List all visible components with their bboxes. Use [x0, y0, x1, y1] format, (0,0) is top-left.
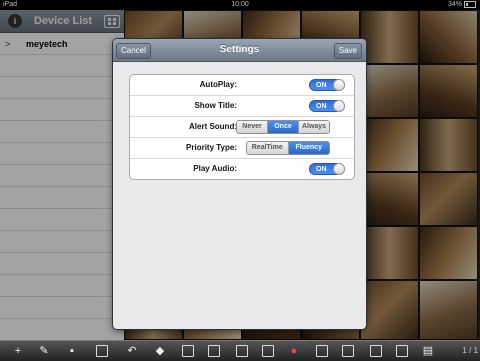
alarm-icon[interactable]: ● — [288, 345, 300, 357]
modal-navbar: Cancel Settings Save — [113, 39, 366, 62]
screen-icon[interactable] — [316, 345, 328, 357]
pencil-icon[interactable]: ✎ — [38, 345, 50, 357]
show-title-label: Show Title: — [194, 101, 237, 110]
priority-option-fluency[interactable]: Fluency — [288, 142, 329, 154]
ptz-icon[interactable]: ◆ — [154, 345, 166, 357]
alert-sound-option-always[interactable]: Always — [299, 121, 329, 133]
autoplay-label: AutoPlay: — [199, 80, 237, 89]
monitor-icon[interactable] — [342, 345, 354, 357]
priority-type-segmented-control: RealTime Fluency — [246, 141, 330, 155]
priority-type-label: Priority Type: — [186, 143, 237, 152]
alert-sound-label: Alert Sound: — [189, 122, 237, 131]
folder-icon[interactable] — [370, 345, 382, 357]
toggle-knob — [333, 79, 345, 91]
settings-icon[interactable] — [396, 345, 408, 357]
show-title-toggle[interactable]: ON — [309, 100, 345, 112]
record-icon[interactable] — [236, 345, 248, 357]
page-counter: 1 / 1 — [462, 346, 478, 355]
setting-row-autoplay: AutoPlay: ON — [130, 75, 354, 96]
layout-icon[interactable] — [262, 345, 274, 357]
trash-icon[interactable]: ▪ — [66, 345, 78, 357]
play-audio-label: Play Audio: — [193, 164, 237, 173]
setting-row-play-audio: Play Audio: ON — [130, 159, 354, 179]
save-button[interactable]: Save — [333, 43, 362, 59]
battery-indicator: 34% — [448, 0, 476, 10]
toggle-state: ON — [316, 166, 327, 173]
toggle-state: ON — [316, 82, 327, 89]
play-audio-toggle[interactable]: ON — [309, 163, 345, 175]
status-bar: iPad 10:00 34% — [0, 0, 480, 10]
toggle-knob — [333, 100, 345, 112]
modal-title: Settings — [219, 44, 260, 55]
alert-sound-option-once[interactable]: Once — [268, 121, 299, 133]
split-view-icon[interactable] — [96, 345, 108, 357]
toggle-state: ON — [316, 103, 327, 110]
plus-icon[interactable]: + — [12, 345, 24, 357]
autoplay-toggle[interactable]: ON — [309, 79, 345, 91]
setting-row-priority-type: Priority Type: RealTime Fluency — [130, 138, 354, 159]
alert-sound-segmented-control: Never Once Always — [236, 120, 330, 134]
bottom-toolbar: + ✎ ▪ ↶ ◆ ● ▤ 1 / 1 — [0, 340, 480, 361]
page-icon[interactable]: ▤ — [422, 345, 434, 357]
undo-icon[interactable]: ↶ — [126, 345, 138, 357]
settings-modal: Cancel Settings Save AutoPlay: ON Show T… — [113, 39, 366, 329]
alert-sound-option-never[interactable]: Never — [237, 121, 268, 133]
battery-icon — [464, 0, 476, 8]
snapshot-icon[interactable] — [182, 345, 194, 357]
clock: 10:00 — [231, 1, 249, 8]
settings-group: AutoPlay: ON Show Title: ON Alert Sound:… — [129, 74, 355, 180]
setting-row-alert-sound: Alert Sound: Never Once Always — [130, 117, 354, 138]
toggle-knob — [333, 163, 345, 175]
playback-icon[interactable] — [208, 345, 220, 357]
priority-option-realtime[interactable]: RealTime — [247, 142, 289, 154]
setting-row-show-title: Show Title: ON — [130, 96, 354, 117]
